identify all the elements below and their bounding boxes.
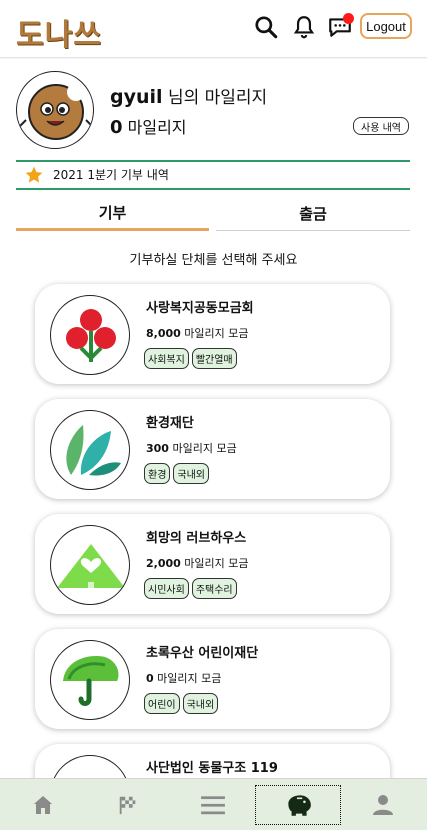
leaf-icon [66, 425, 121, 476]
tab-attendance[interactable]: 출금 [216, 197, 410, 231]
usage-history-button[interactable]: 사용 내역 [353, 117, 409, 135]
quarter-label: 2021 1분기 기부 내역 [53, 168, 169, 182]
red-fruit-icon [66, 309, 116, 362]
org-amount: 300 마일리지 모금 [146, 442, 237, 455]
tab-donate[interactable]: 기부 [16, 197, 209, 231]
org-logo [50, 640, 130, 720]
username-line: gyuil 님의 마일리지 [110, 83, 267, 108]
avatar[interactable] [16, 71, 94, 149]
nav-profile[interactable] [340, 785, 426, 825]
menu-icon [201, 796, 225, 815]
org-name: 사랑복지공동모금회 [146, 301, 254, 316]
org-name: 희망의 러브하우스 [146, 531, 247, 546]
username-suffix: 님의 마일리지 [167, 88, 268, 108]
bottom-nav [0, 778, 427, 830]
org-tag[interactable]: 사회복지 [144, 348, 189, 369]
nav-home[interactable] [0, 785, 86, 825]
search-icon[interactable] [253, 14, 279, 40]
org-card[interactable]: 초록우산 어린이재단 0 마일리지 모금 어린이 국내외 [35, 629, 390, 729]
nav-donate[interactable] [255, 785, 341, 825]
org-tag[interactable]: 주택수리 [191, 578, 237, 599]
main-content: gyuil 님의 마일리지 0 마일리지 사용 내역 2021 1분기 기부 내… [0, 59, 427, 830]
quarter-donation-history[interactable]: 2021 1분기 기부 내역 [16, 160, 410, 190]
org-amount: 8,000 마일리지 모금 [146, 327, 249, 340]
green-umbrella-icon [63, 656, 119, 706]
star-icon [25, 166, 43, 183]
org-tag[interactable]: 국내외 [182, 693, 219, 714]
org-tag[interactable]: 시민사회 [144, 578, 189, 599]
select-organization-prompt: 기부하실 단체를 선택해 주세요 [129, 253, 298, 268]
org-name: 환경재단 [146, 416, 194, 431]
org-tags: 어린이 국내외 [144, 693, 219, 714]
org-card[interactable]: 사랑복지공동모금회 8,000 마일리지 모금 사회복지 빨간열매 [35, 284, 390, 384]
person-icon [373, 795, 393, 815]
org-tag[interactable]: 어린이 [144, 693, 180, 714]
org-card[interactable]: 환경재단 300 마일리지 모금 환경 국내외 [35, 399, 390, 499]
org-name: 사단법인 동물구조 119 [146, 761, 278, 776]
app-header: 도나쓰 Logout [0, 0, 427, 58]
mileage-value: 0 [110, 117, 123, 138]
username: gyuil [110, 86, 163, 108]
org-tags: 시민사회 주택수리 [144, 578, 237, 599]
flag-icon [119, 796, 136, 815]
logout-button[interactable]: Logout [360, 13, 412, 39]
nav-challenge[interactable] [85, 785, 171, 825]
app-logo[interactable]: 도나쓰 [16, 10, 102, 54]
bell-icon[interactable] [291, 14, 317, 40]
nav-menu[interactable] [170, 785, 256, 825]
org-name: 초록우산 어린이재단 [146, 646, 259, 661]
org-amount: 0 마일리지 모금 [146, 672, 222, 685]
mileage-unit: 마일리지 [127, 118, 187, 137]
house-heart-icon [57, 544, 125, 588]
org-tags: 환경 국내외 [144, 463, 210, 484]
tab-bar: 기부 출금 [16, 197, 410, 231]
org-logo [50, 410, 130, 490]
mileage-line: 0 마일리지 [110, 114, 187, 138]
org-tag[interactable]: 빨간열매 [191, 348, 237, 369]
org-tag[interactable]: 환경 [144, 463, 171, 484]
org-amount: 2,000 마일리지 모금 [146, 557, 249, 570]
org-tag[interactable]: 국내외 [173, 463, 210, 484]
notification-dot [343, 13, 354, 24]
piggy-bank-icon [288, 795, 311, 816]
org-tags: 사회복지 빨간열매 [144, 348, 237, 369]
org-logo [50, 525, 130, 605]
org-card[interactable]: 희망의 러브하우스 2,000 마일리지 모금 시민사회 주택수리 [35, 514, 390, 614]
home-icon [34, 796, 52, 814]
donut-mascot-icon [18, 83, 93, 140]
org-logo [50, 295, 130, 375]
